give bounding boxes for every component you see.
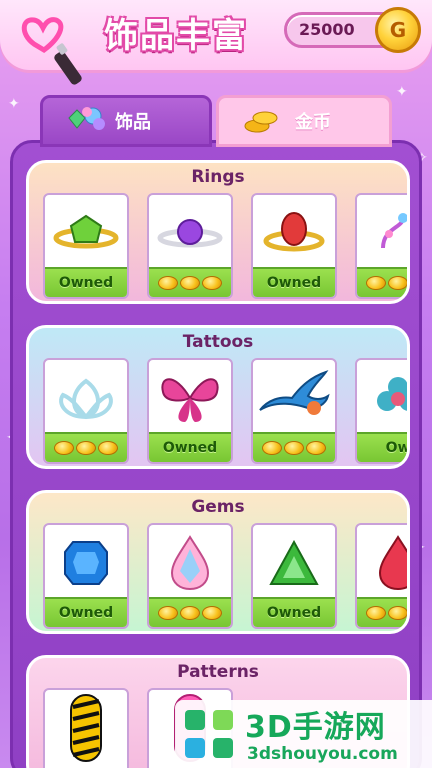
zebra-pattern-icon bbox=[70, 694, 102, 762]
coin-icon bbox=[262, 441, 282, 455]
watermark-logo-icon bbox=[185, 710, 233, 758]
section-gems: Gems Owned Owned bbox=[26, 490, 410, 634]
red-gem-ring-icon bbox=[263, 212, 325, 252]
item-card[interactable] bbox=[355, 523, 407, 629]
header-bar: 饰品丰富 25000 G bbox=[0, 0, 432, 85]
coin-icon bbox=[202, 606, 222, 620]
gold-coin-icon: G bbox=[375, 7, 421, 53]
watermark: 3D手游网 3dshouyou.com bbox=[175, 700, 432, 768]
coin-icon bbox=[284, 441, 304, 455]
item-card[interactable]: Owned bbox=[43, 523, 129, 629]
owned-label: Owned bbox=[58, 275, 114, 291]
price-coins bbox=[45, 432, 127, 462]
section-rings: Rings Owned Owned bbox=[26, 160, 410, 304]
red-drop-gem-icon bbox=[378, 535, 407, 591]
item-card[interactable]: Owned bbox=[251, 523, 337, 629]
section-title: Tattoos bbox=[182, 332, 254, 352]
rainbow-drop-gem-icon bbox=[170, 535, 210, 591]
coin-icon bbox=[158, 276, 178, 290]
watermark-title: 3D手游网 bbox=[245, 710, 386, 745]
tab-label: 金币 bbox=[295, 112, 331, 133]
flower-tattoo-icon bbox=[377, 377, 407, 411]
heart-wand-icon[interactable] bbox=[14, 6, 94, 86]
price-coins bbox=[149, 267, 231, 297]
price-coins bbox=[149, 597, 231, 627]
lotus-tattoo-icon bbox=[59, 378, 113, 420]
item-card[interactable] bbox=[355, 193, 407, 299]
coin-icon bbox=[76, 441, 96, 455]
price-coins bbox=[357, 597, 407, 627]
coin-icon bbox=[54, 441, 74, 455]
sparkle-icon: ✦ bbox=[396, 84, 408, 100]
owned-label: Owned bbox=[58, 605, 114, 621]
tab-label: 饰品 bbox=[115, 112, 151, 133]
coin-icon bbox=[388, 606, 407, 620]
price-coins bbox=[253, 432, 335, 462]
green-triangle-gem-icon bbox=[269, 540, 319, 585]
section-tattoos: Tattoos Owned Ow bbox=[26, 325, 410, 469]
sparkle-icon: ✦ bbox=[8, 96, 20, 112]
owned-label: Owned bbox=[266, 605, 322, 621]
coin-icon bbox=[98, 441, 118, 455]
coin-icon bbox=[202, 276, 222, 290]
owned-label: Owned bbox=[266, 275, 322, 291]
coin-amount: 25000 bbox=[299, 20, 355, 39]
purple-gem-ring-icon bbox=[157, 219, 223, 248]
item-card[interactable] bbox=[147, 523, 233, 629]
green-gem-ring-icon bbox=[53, 214, 119, 249]
tab-accessories[interactable]: 饰品 bbox=[40, 95, 212, 147]
owned-label: Ow bbox=[385, 440, 410, 456]
item-card[interactable]: Owned bbox=[147, 358, 233, 464]
page-title: 饰品丰富 bbox=[104, 16, 248, 56]
item-card[interactable]: Owned bbox=[43, 193, 129, 299]
coin-icon bbox=[180, 606, 200, 620]
item-card[interactable]: Ow bbox=[355, 358, 410, 464]
owned-label: Owned bbox=[162, 440, 218, 456]
item-card[interactable] bbox=[43, 358, 129, 464]
item-card[interactable]: Owned bbox=[251, 193, 337, 299]
coin-icon bbox=[180, 276, 200, 290]
swirl-ring-icon bbox=[381, 213, 407, 249]
item-card[interactable] bbox=[251, 358, 337, 464]
coin-icon bbox=[366, 276, 386, 290]
item-card[interactable] bbox=[147, 193, 233, 299]
coin-icon bbox=[388, 276, 407, 290]
coin-icon bbox=[366, 606, 386, 620]
price-coins bbox=[357, 267, 407, 297]
swallow-tattoo-icon bbox=[259, 370, 330, 415]
section-title: Patterns bbox=[177, 662, 259, 682]
tab-coins[interactable]: 金币 bbox=[216, 95, 392, 147]
gems-icon bbox=[68, 107, 105, 130]
coin-balance[interactable]: 25000 G bbox=[284, 7, 421, 53]
coin-stack-icon bbox=[244, 111, 278, 133]
section-title: Gems bbox=[191, 497, 245, 517]
watermark-url: 3dshouyou.com bbox=[247, 744, 398, 764]
blue-cushion-gem-icon bbox=[64, 541, 108, 585]
coin-icon bbox=[158, 606, 178, 620]
coin-icon bbox=[306, 441, 326, 455]
item-card[interactable] bbox=[43, 688, 129, 768]
section-title: Rings bbox=[191, 167, 245, 187]
butterfly-tattoo-icon bbox=[161, 378, 219, 422]
coin-symbol: G bbox=[389, 18, 407, 42]
